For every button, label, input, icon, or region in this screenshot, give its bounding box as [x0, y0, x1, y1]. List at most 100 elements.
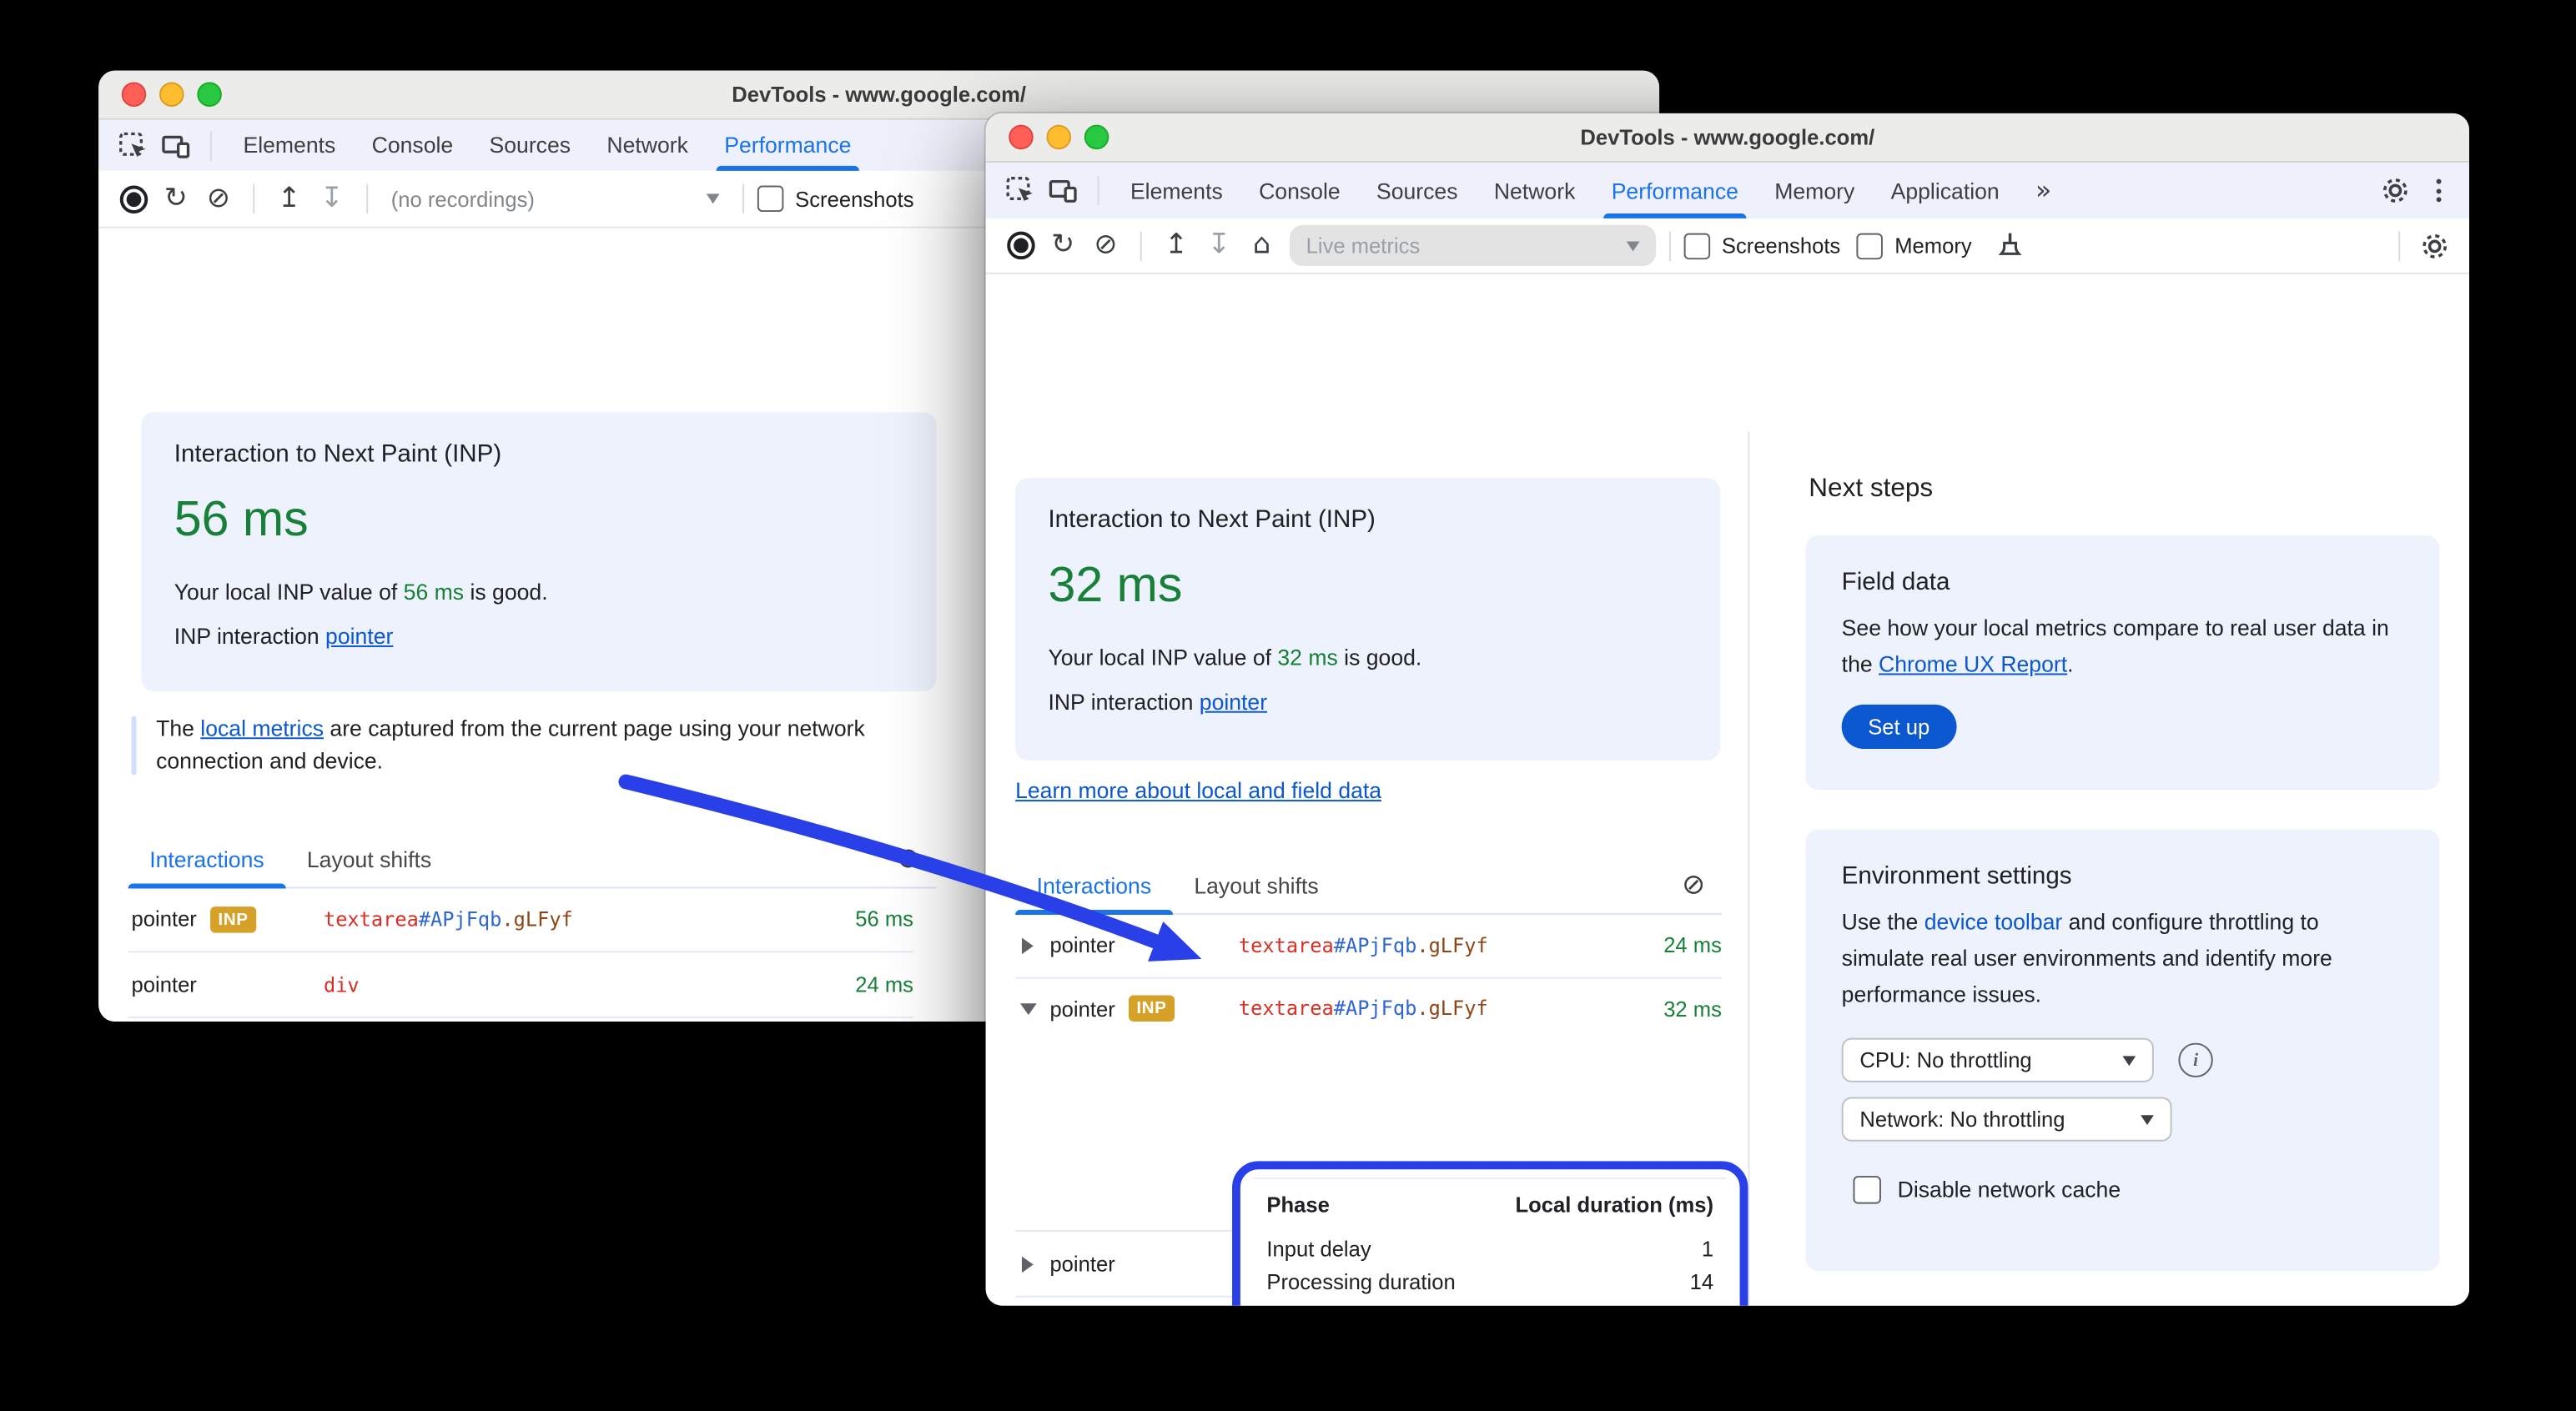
divider [742, 183, 745, 214]
phase-row: Processing duration 14 [1266, 1269, 1714, 1294]
learn-more-link[interactable]: Learn more about local and field data [1015, 778, 1381, 803]
tab-network[interactable]: Network [1476, 163, 1593, 218]
screenshots-checkbox[interactable] [1683, 232, 1711, 259]
phase-table-callout: Phase Local duration (ms) Input delay 1 … [1232, 1161, 1748, 1306]
device-toolbar-icon[interactable] [1042, 169, 1084, 212]
save-profile-icon[interactable]: ↧ [310, 178, 353, 220]
interaction-type: pointer [131, 906, 197, 931]
screenshot-stage: DevTools - www.google.com/ Elements Cons… [0, 0, 2576, 1411]
titlebar[interactable]: DevTools - www.google.com/ [985, 113, 2469, 163]
pointer-link[interactable]: pointer [325, 624, 393, 649]
interaction-type: pointer [1049, 1251, 1115, 1277]
more-options-icon[interactable] [2420, 173, 2456, 208]
reload-and-record-icon[interactable]: ↻ [154, 178, 197, 220]
sidebar-heading: Next steps [1809, 475, 1934, 503]
pointer-link[interactable]: pointer [1200, 690, 1267, 715]
inp-desc-value: 56 ms [403, 580, 465, 605]
live-metrics-label: Live metrics [1306, 233, 1421, 259]
metrics-subtabs: Interactions Layout shifts ⊘ [1015, 857, 1722, 915]
metrics-subtabs: Interactions Layout shifts ⊘ [128, 831, 937, 889]
interaction-duration: 24 ms [855, 972, 913, 997]
expand-icon[interactable] [1021, 1255, 1034, 1273]
chevron-down-icon [2122, 1055, 2136, 1066]
field-data-title: Field data [1841, 568, 1950, 596]
tab-console[interactable]: Console [354, 120, 471, 171]
recordings-dropdown[interactable]: (no recordings) [381, 187, 730, 211]
tab-sources[interactable]: Sources [471, 120, 589, 171]
tab-application[interactable]: Application [1873, 163, 2017, 218]
interaction-target: textarea#APjFqb.gLFyf [323, 907, 573, 931]
interaction-row[interactable]: pointer span 24 ms [128, 1018, 913, 1022]
expand-icon[interactable] [1021, 936, 1034, 954]
inp-description: Your local INP value of 32 ms is good. [1048, 645, 1422, 670]
set-up-button[interactable]: Set up [1841, 704, 1956, 750]
cpu-throttling-select[interactable]: CPU: No throttling [1841, 1037, 2154, 1082]
screenshots-label: Screenshots [1721, 233, 1841, 259]
more-tabs-icon[interactable]: » [2017, 163, 2070, 218]
interaction-duration: 32 ms [1663, 996, 1722, 1021]
interaction-row[interactable]: pointer textarea#APjFqb.gLFyf 24 ms [1015, 913, 1722, 979]
disable-network-cache-checkbox[interactable] [1853, 1176, 1881, 1204]
zoom-button[interactable] [197, 82, 222, 108]
network-throttling-select[interactable]: Network: No throttling [1841, 1097, 2172, 1142]
subtab-interactions[interactable]: Interactions [128, 831, 286, 889]
subtab-layout-shifts[interactable]: Layout shifts [1173, 857, 1340, 913]
divider [1097, 175, 1099, 206]
inspect-element-icon[interactable] [999, 169, 1041, 212]
inspect-element-icon[interactable] [112, 124, 154, 167]
tab-performance[interactable]: Performance [1593, 163, 1757, 218]
home-icon[interactable]: ⌂ [1240, 224, 1283, 267]
environment-settings-text: Use the device toolbar and configure thr… [1841, 910, 2332, 1007]
device-toolbar-link[interactable]: device toolbar [1924, 910, 2063, 935]
save-profile-icon[interactable]: ↧ [1198, 224, 1240, 267]
tab-elements[interactable]: Elements [225, 120, 354, 171]
interaction-type: pointer [1049, 996, 1115, 1021]
info-icon[interactable]: i [2178, 1042, 2213, 1077]
inp-value: 32 ms [1048, 558, 1183, 613]
disable-network-cache-label: Disable network cache [1897, 1178, 2121, 1203]
tab-performance[interactable]: Performance [707, 120, 870, 171]
clear-log-icon[interactable]: ⊘ [1682, 871, 1705, 899]
collapse-icon[interactable] [1019, 1002, 1037, 1015]
subtab-layout-shifts[interactable]: Layout shifts [285, 831, 452, 887]
tab-elements[interactable]: Elements [1112, 163, 1240, 218]
phase-row: Presentation delay 16 [1266, 1303, 1713, 1306]
load-profile-icon[interactable]: ↥ [268, 178, 310, 220]
interaction-row[interactable]: pointer INP textarea#APjFqb.gLFyf 56 ms [128, 886, 913, 953]
record-icon[interactable] [999, 224, 1041, 267]
interaction-type: pointer [1049, 932, 1115, 958]
tab-network[interactable]: Network [589, 120, 707, 171]
collect-garbage-icon[interactable] [1988, 224, 2030, 267]
tab-console[interactable]: Console [1240, 163, 1358, 218]
tab-sources[interactable]: Sources [1358, 163, 1476, 218]
inp-card: Interaction to Next Paint (INP) 32 ms Yo… [1015, 478, 1720, 761]
inp-interaction-row: INP interaction pointer [1048, 690, 1268, 715]
clear-log-icon[interactable]: ⊘ [897, 844, 920, 872]
device-toolbar-icon[interactable] [154, 124, 197, 167]
interaction-row-expanded[interactable]: pointer INP textarea#APjFqb.gLFyf 32 ms [1015, 979, 1722, 1038]
network-throttling-value: Network: No throttling [1859, 1107, 2065, 1132]
record-icon[interactable] [112, 178, 154, 220]
live-metrics-dropdown[interactable]: Live metrics [1289, 224, 1657, 267]
clear-icon[interactable]: ⊘ [1084, 224, 1127, 267]
minimize-button[interactable] [159, 82, 184, 108]
subtab-interactions[interactable]: Interactions [1015, 857, 1173, 915]
settings-gear-icon[interactable] [2374, 169, 2417, 212]
local-metrics-link[interactable]: local metrics [200, 716, 324, 741]
environment-settings-card: Environment settings Use the device tool… [1805, 829, 2440, 1272]
zoom-button[interactable] [1084, 124, 1109, 150]
close-button[interactable] [1009, 124, 1034, 150]
load-profile-icon[interactable]: ↥ [1155, 224, 1197, 267]
reload-and-record-icon[interactable]: ↻ [1042, 224, 1084, 267]
divider [2398, 230, 2401, 261]
inp-desc-value: 32 ms [1277, 645, 1338, 670]
memory-checkbox[interactable] [1856, 232, 1884, 259]
panel-settings-gear-icon[interactable] [2413, 224, 2456, 267]
interaction-row[interactable]: pointer div 24 ms [128, 952, 913, 1019]
close-button[interactable] [121, 82, 147, 108]
chrome-ux-report-link[interactable]: Chrome UX Report [1879, 652, 2067, 677]
tab-memory[interactable]: Memory [1757, 163, 1873, 218]
clear-icon[interactable]: ⊘ [197, 178, 239, 220]
screenshots-checkbox[interactable] [757, 185, 784, 213]
minimize-button[interactable] [1046, 124, 1072, 150]
